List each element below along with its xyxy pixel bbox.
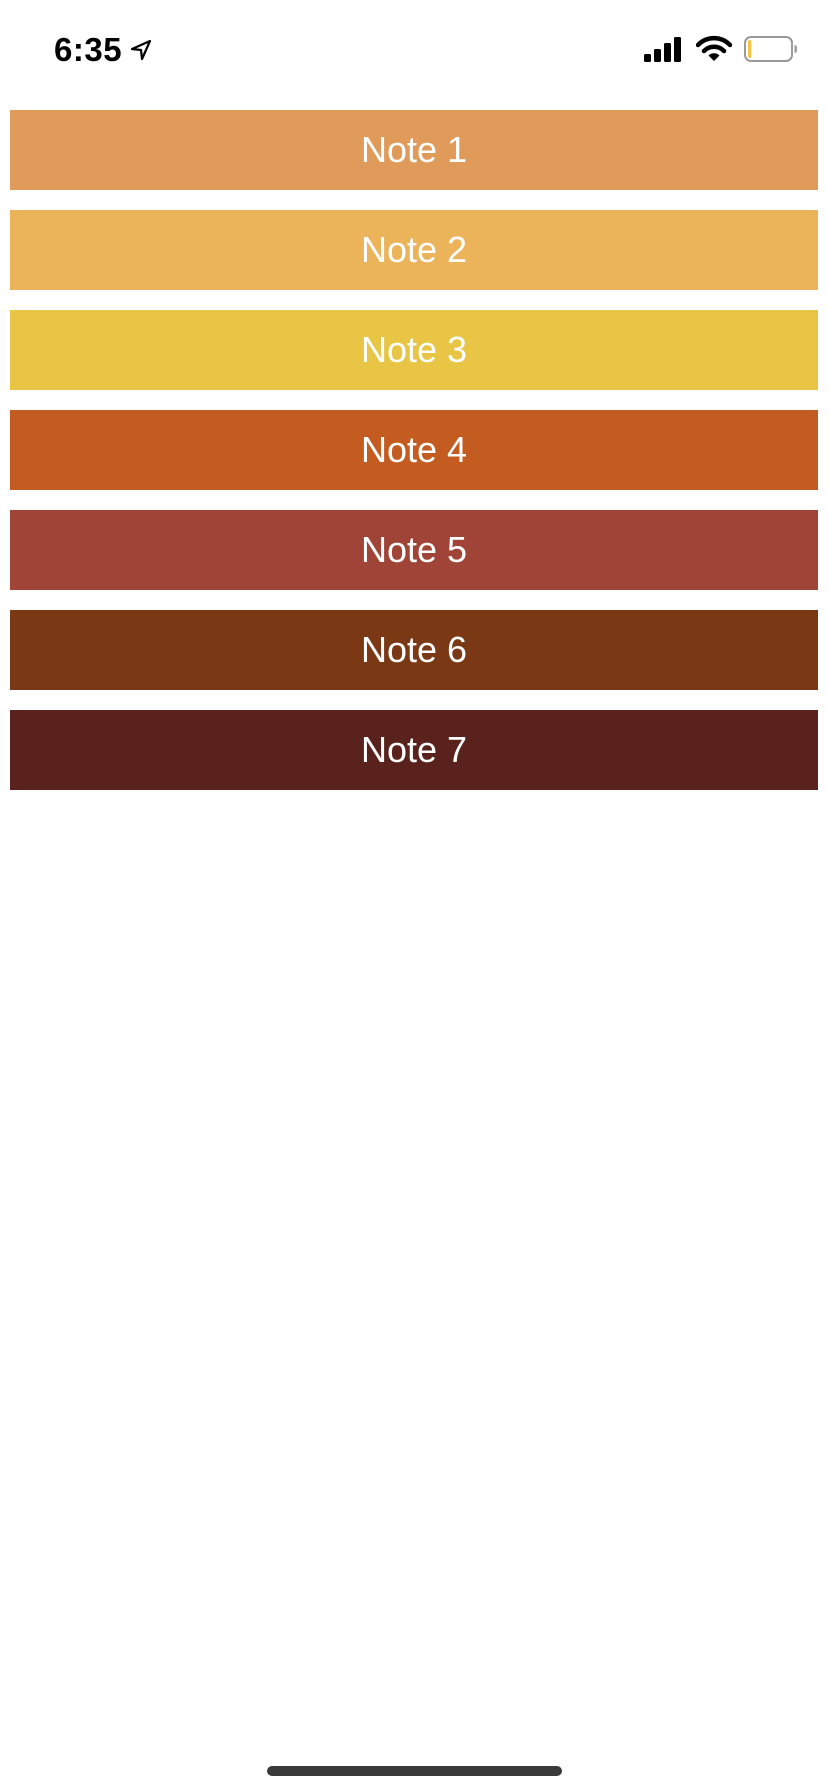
cellular-signal-icon bbox=[644, 37, 681, 62]
status-time-group: 6:35 bbox=[54, 28, 152, 72]
status-time: 6:35 bbox=[54, 31, 123, 68]
note-label: Note 2 bbox=[360, 229, 468, 270]
note-row-6[interactable]: Note 6 bbox=[10, 610, 818, 690]
note-row-7[interactable]: Note 7 bbox=[10, 710, 818, 790]
note-row-2[interactable]: Note 2 bbox=[10, 210, 818, 290]
status-indicators bbox=[644, 34, 798, 64]
home-indicator[interactable] bbox=[267, 1766, 562, 1776]
wifi-icon bbox=[696, 35, 732, 61]
note-label: Note 6 bbox=[360, 629, 468, 670]
note-row-1[interactable]: Note 1 bbox=[10, 110, 818, 190]
note-label: Note 5 bbox=[360, 529, 468, 570]
note-row-3[interactable]: Note 3 bbox=[10, 310, 818, 390]
note-row-5[interactable]: Note 5 bbox=[10, 510, 818, 590]
battery-low-icon bbox=[744, 36, 797, 62]
note-label: Note 1 bbox=[360, 129, 468, 170]
location-arrow-icon bbox=[130, 39, 152, 61]
note-label: Note 4 bbox=[360, 429, 468, 470]
note-label: Note 7 bbox=[360, 729, 468, 770]
note-row-4[interactable]: Note 4 bbox=[10, 410, 818, 490]
note-label: Note 3 bbox=[360, 329, 468, 370]
status-bar: 6:35 bbox=[0, 0, 828, 100]
notes-list: Note 1 Note 2 Note 3 Note 4 Note 5 Note 6 Note… bbox=[10, 110, 818, 810]
